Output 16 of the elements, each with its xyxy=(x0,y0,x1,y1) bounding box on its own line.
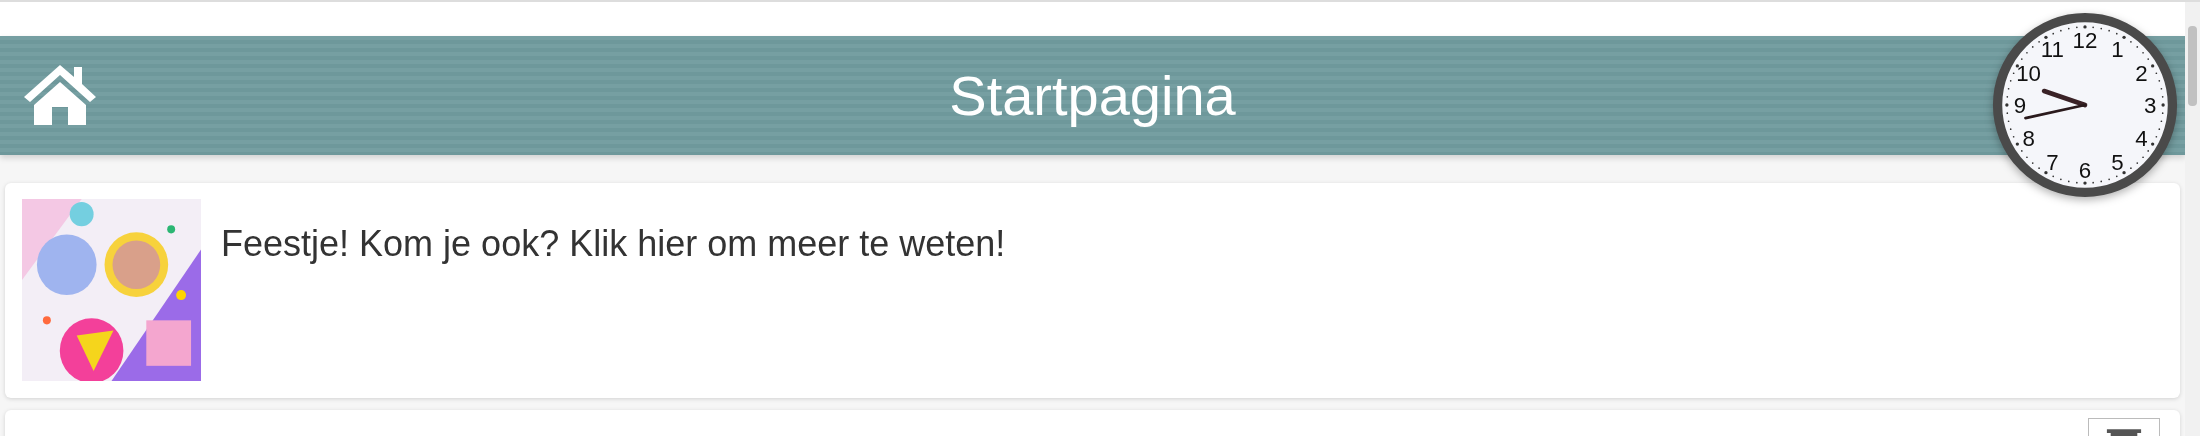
clock-numeral: 3 xyxy=(2143,93,2157,119)
clock-numeral: 5 xyxy=(2111,149,2124,175)
clock-numeral: 2 xyxy=(2135,60,2148,86)
announcement-card[interactable]: Feestje! Kom je ook? Klik hier om meer te weten! xyxy=(5,183,2180,398)
clock-numeral: 4 xyxy=(2135,125,2148,151)
scrollbar[interactable] xyxy=(2185,2,2200,436)
clock-numeral: 10 xyxy=(2016,60,2042,86)
clock-numeral: 8 xyxy=(2022,125,2035,151)
page-title: Startpagina xyxy=(949,63,1236,128)
clock-numeral: 11 xyxy=(2040,37,2065,62)
announcement-text: Feestje! Kom je ook? Klik hier om meer te weten! xyxy=(221,223,1006,265)
clock-numeral: 9 xyxy=(2013,93,2027,119)
clock-numeral: 12 xyxy=(2072,28,2098,54)
clock-numeral: 6 xyxy=(2078,158,2092,184)
clock-numeral: 1 xyxy=(2111,37,2124,62)
clock-numeral: 7 xyxy=(2046,149,2059,175)
